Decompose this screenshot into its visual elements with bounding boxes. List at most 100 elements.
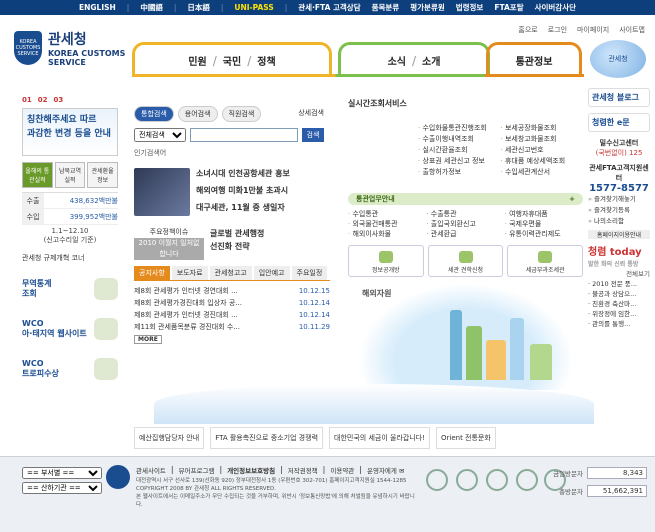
fta-portal-link[interactable]: FTA포탈 <box>494 2 523 13</box>
agency-select[interactable]: == 산하기관 == <box>22 482 102 494</box>
lang-chinese-link[interactable]: 中國語 <box>140 2 163 13</box>
search-input[interactable] <box>190 128 298 142</box>
biz-link[interactable]: 출입국외환신고 <box>426 219 504 229</box>
pager-1[interactable]: 01 <box>22 96 32 104</box>
tab-exchange-rate[interactable]: 관세환율 정보 <box>87 162 119 188</box>
gnav-civil[interactable]: 민원 <box>188 53 206 68</box>
wco-asia-button[interactable]: WCO 아·태지역 웹사이트 <box>22 315 118 343</box>
service-link[interactable]: 세관신고번호 <box>501 145 584 155</box>
news-item[interactable]: 해외여행 미화1만불 초과시 <box>196 185 330 202</box>
service-link[interactable]: 출항허가정보 <box>418 167 501 177</box>
tab-term-search[interactable]: 용어검색 <box>177 106 218 122</box>
pager-3[interactable]: 03 <box>54 96 64 104</box>
integrity-today[interactable]: 청렴 today 발한 화의 신뢰 통방 <box>588 243 650 269</box>
tab-announcement[interactable]: 관세청고고 <box>209 266 252 280</box>
banner-tax[interactable]: 대한민국의 세금이 울라갑니다! <box>329 427 430 449</box>
wco-trophy-button[interactable]: WCO 트로피수상 <box>22 355 118 383</box>
regulation-reform-link[interactable]: 관세청 규제개혁 코너 <box>22 253 118 263</box>
biz-link[interactable]: 외국물건매통관 <box>348 219 426 229</box>
trade-stats-button[interactable]: 무역통계 조회 <box>22 275 118 303</box>
gnav-citizen[interactable]: 국민 <box>223 53 241 68</box>
gnav-about[interactable]: 소개 <box>422 53 440 68</box>
footer-link[interactable]: 뷰어프로그램 <box>179 465 215 475</box>
footer-link[interactable]: 관세사이트 <box>136 465 166 475</box>
favorite-link[interactable]: 즐겨찾기해놓기 <box>588 194 650 205</box>
service-link[interactable]: 수출이행내역조회 <box>418 134 501 144</box>
favorite-link[interactable]: 즐겨찾기등록 <box>588 205 650 216</box>
list-item[interactable]: 제8회 관세평가경진대회 입상자 공... 10.12.14 <box>134 297 330 309</box>
list-item[interactable]: 제8회 관세평가 인터넷 경진대회 ... 10.12.14 <box>134 309 330 321</box>
footer-link[interactable]: 이용약관 <box>330 465 354 475</box>
department-select[interactable]: == 부서별 == <box>22 467 102 479</box>
banner-orient[interactable]: Orient 전통문화 <box>436 427 496 449</box>
list-item[interactable]: · 불공과 상담으... <box>588 289 650 299</box>
search-scope-select[interactable]: 전체검색 <box>134 128 186 142</box>
biz-link[interactable]: 국제우편물 <box>505 219 583 229</box>
policy-issue[interactable]: 주요정책이슈 2010 이월지 일처없합니다 글로벌 관세행정 선진화 전략 <box>134 227 330 260</box>
cyber-audit-link[interactable]: 사이버감사단 <box>535 2 576 13</box>
biz-link[interactable]: 수입통관 <box>348 209 426 219</box>
list-item[interactable]: · 위장정에 임한... <box>588 309 650 319</box>
home-link[interactable]: 홈으로 <box>518 25 537 35</box>
news-photo[interactable] <box>134 168 190 216</box>
site-logo[interactable]: KOREA CUSTOMS SERVICE 관세청 KOREA CUSTOMS … <box>14 29 125 67</box>
sitemap-link[interactable]: 사이트맵 <box>619 25 645 35</box>
pager-2[interactable]: 02 <box>38 96 48 104</box>
list-item[interactable]: 제8회 관세평가 인터넷 경연대회 ... 10.12.15 <box>134 285 330 297</box>
homepage-guide[interactable]: 홈페이지이용안내 <box>588 230 650 239</box>
biz-link[interactable]: 해외이사화물 <box>348 229 426 239</box>
service-link[interactable]: 보세공장화물조회 <box>501 123 584 133</box>
footer-link[interactable]: 운영자에게 ✉ <box>367 465 404 475</box>
tab-schedule[interactable]: 주요일정 <box>291 266 328 280</box>
tab-integrated-search[interactable]: 통합검색 <box>134 106 174 122</box>
more-button[interactable]: MORE <box>134 335 162 344</box>
service-link[interactable]: 수입세관계산서 <box>501 167 584 177</box>
law-info-link[interactable]: 법령정보 <box>456 2 484 13</box>
news-item[interactable]: 소녀시대 인천공항세관 홍보 <box>196 168 330 185</box>
unipass-link[interactable]: UNI-PASS <box>234 3 273 12</box>
biz-link[interactable]: 여행자휴대품 <box>505 209 583 219</box>
tab-press[interactable]: 보도자료 <box>171 266 208 280</box>
service-link[interactable]: 휴대품 예상세액조회 <box>501 156 584 166</box>
biz-link[interactable]: 관세환급 <box>426 229 504 239</box>
search-button[interactable]: 검색 <box>302 128 324 142</box>
biz-guide-bar[interactable]: 통관업무안내 + <box>348 193 583 205</box>
footer-link[interactable]: 저작권정책 <box>288 465 318 475</box>
detail-search-link[interactable]: 상세검색 <box>292 106 330 122</box>
service-link[interactable]: 상표권 세관신고 정보 <box>418 156 501 166</box>
blog-banner[interactable]: 관세청 블로그 <box>588 88 650 107</box>
gnav-policy[interactable]: 정책 <box>257 53 275 68</box>
promo-banner[interactable]: 칭찬해주세요 따르 과감한 변경 등을 안내 <box>22 108 118 156</box>
banner-fta[interactable]: FTA 활용촉진으로 중소기업 경쟁력 <box>210 427 324 449</box>
tab-notice[interactable]: 공지사항 <box>134 266 170 280</box>
login-link[interactable]: 로그인 <box>548 25 567 35</box>
footer-link[interactable]: 개인정보보호방침 <box>227 465 275 475</box>
lang-english-link[interactable]: ENGLISH <box>79 3 116 12</box>
popular-keywords[interactable]: 인기검색어 <box>134 148 330 158</box>
integrity-banner[interactable]: 청렴한 e문 <box>588 113 650 132</box>
mypage-link[interactable]: 마이페이지 <box>577 25 609 35</box>
biz-link[interactable]: 유통이력관리제도 <box>505 229 583 239</box>
list-item[interactable]: · 관의를 통행... <box>588 319 650 329</box>
service-link[interactable]: 수입화물통관진행조회 <box>418 123 501 133</box>
service-link[interactable]: 보세창고화물조회 <box>501 134 584 144</box>
tab-staff-search[interactable]: 직원검색 <box>221 106 262 122</box>
tab-inter-korea[interactable]: 남북교역 실적 <box>54 162 86 188</box>
classification-link[interactable]: 품목분류 <box>372 2 400 13</box>
list-item[interactable]: · 친환경 축산마... <box>588 299 650 309</box>
fta-consult-link[interactable]: 관세·FTA 고객상담 <box>298 2 360 13</box>
favorite-link[interactable]: 나의소리함 <box>588 216 650 227</box>
list-item[interactable]: 제11회 관세품목분류 경진대회 수... 10.11.29 <box>134 321 330 333</box>
today-view-all[interactable]: 전체보기 <box>588 269 650 279</box>
lang-japanese-link[interactable]: 日本語 <box>187 2 210 13</box>
plus-icon[interactable]: + <box>569 195 575 203</box>
tab-legislation[interactable]: 입안예고 <box>253 266 290 280</box>
banner-budget[interactable]: 예산집행담당자 안내 <box>134 427 205 449</box>
tab-trade-stats[interactable]: 올해의 통관실적 <box>22 162 53 188</box>
news-item[interactable]: 대구세관, 11월 중 생일자 <box>196 202 330 219</box>
gnav-news[interactable]: 소식 <box>388 53 406 68</box>
evaluation-link[interactable]: 평가분류원 <box>410 2 445 13</box>
biz-link[interactable]: 수출통관 <box>426 209 504 219</box>
list-item[interactable]: · 2010 전문 풍... <box>588 279 650 289</box>
gnav-customs-info[interactable]: 통관정보 <box>516 53 553 68</box>
